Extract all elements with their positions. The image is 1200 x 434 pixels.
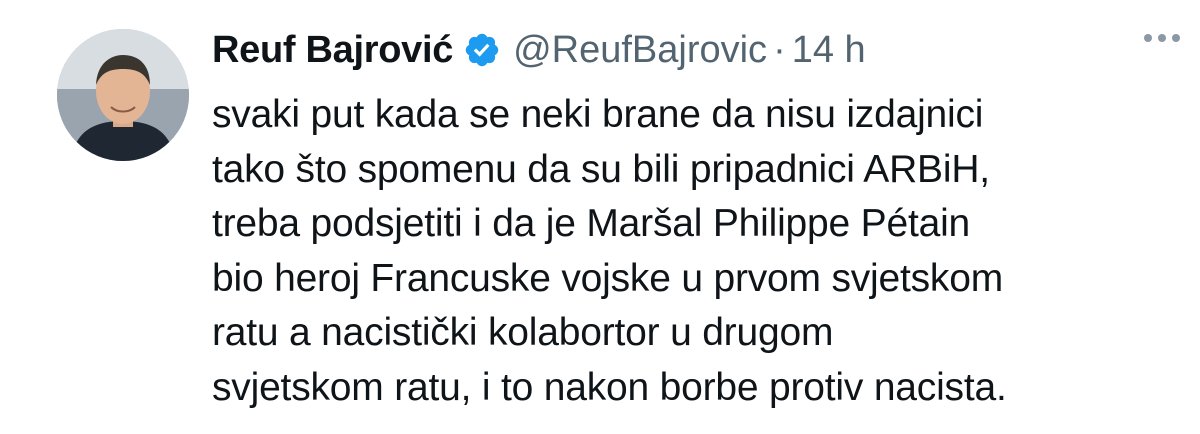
more-dot: [1144, 34, 1152, 42]
tweet-text-line: treba podsjetiti i da je Maršal Philippe…: [212, 202, 971, 245]
timestamp[interactable]: 14 h: [792, 29, 866, 72]
avatar-image: [57, 29, 189, 161]
avatar[interactable]: [57, 29, 189, 161]
more-dot: [1158, 34, 1166, 42]
tweet-text: svaki put kada se neki brane da nisu izd…: [212, 88, 1172, 415]
more-dot: [1172, 34, 1180, 42]
author-handle[interactable]: @ReufBajrovic: [513, 29, 767, 72]
tweet-card[interactable]: Reuf Bajrović @ReufBajrovic · 14 h svaki…: [0, 0, 1200, 434]
separator-dot: ·: [773, 28, 786, 71]
tweet-text-line: tako što spomenu da su bili pripadnici A…: [212, 147, 990, 191]
author-name[interactable]: Reuf Bajrović: [212, 29, 453, 72]
tweet-header: Reuf Bajrović @ReufBajrovic · 14 h: [212, 22, 1160, 78]
tweet-text-line: ratu a nacistički kolabortor u drugom: [212, 311, 834, 354]
tweet-text-line: svjetskom ratu, i to nakon borbe protiv …: [212, 365, 1007, 409]
more-options-icon[interactable]: [1144, 34, 1180, 42]
tweet-text-line: svaki put kada se neki brane da nisu izd…: [212, 93, 984, 136]
verified-badge-icon[interactable]: [463, 31, 501, 69]
tweet-text-line: bio heroj Francuske vojske u prvom svjet…: [212, 256, 1004, 300]
